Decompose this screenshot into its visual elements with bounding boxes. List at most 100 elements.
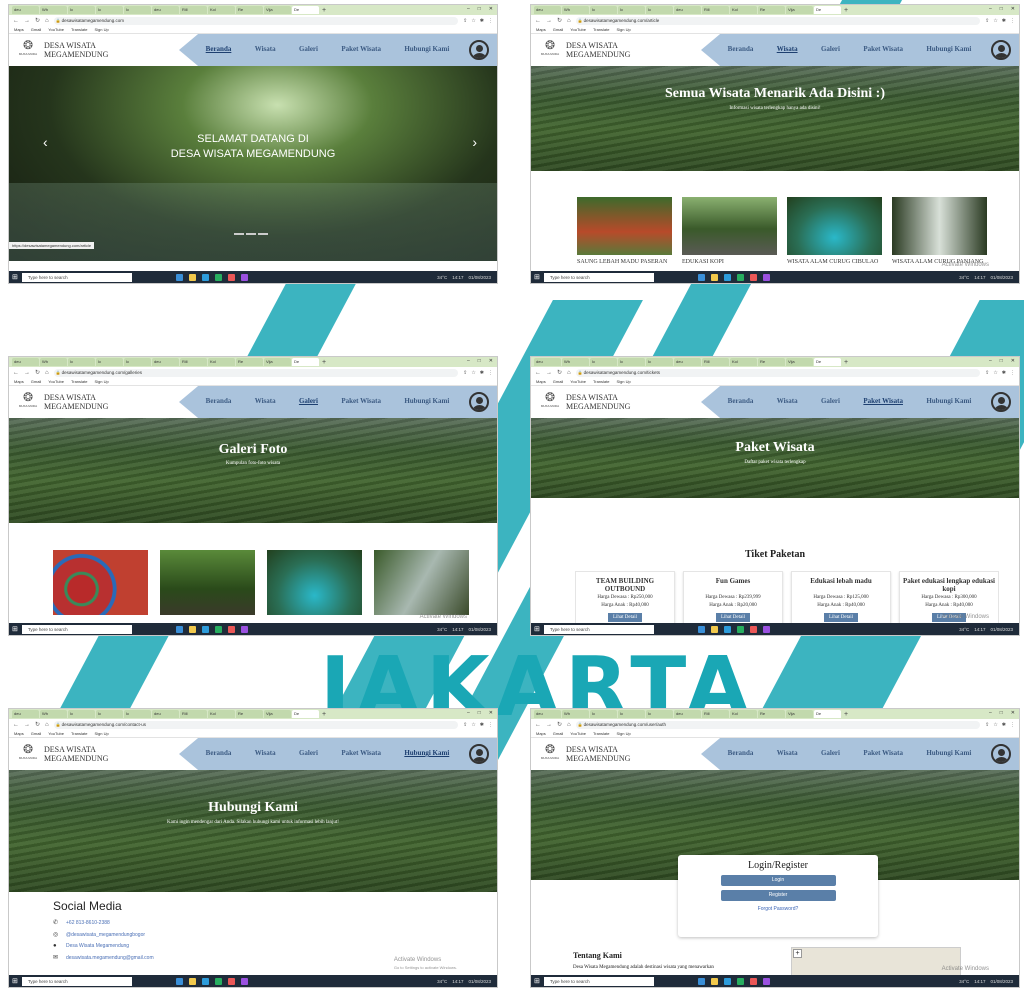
browser-tab[interactable]: Ic xyxy=(646,6,673,14)
browser-tab[interactable]: Wh xyxy=(562,358,589,366)
bookmark-gmail[interactable]: Gmail xyxy=(553,731,563,736)
nav-hubungi-kami[interactable]: Hubungi Kami xyxy=(404,397,449,405)
app-icon[interactable] xyxy=(736,273,744,281)
home-icon[interactable]: ⌂ xyxy=(45,370,49,376)
browser-tab[interactable]: Vija xyxy=(264,6,291,14)
site-logo[interactable]: ❂ MUKA MUDA xyxy=(17,743,39,765)
browser-tab[interactable]: Re xyxy=(236,710,263,718)
nav-paket-wisata[interactable]: Paket Wisata xyxy=(863,749,903,757)
nav-galeri[interactable]: Galeri xyxy=(821,397,840,405)
gallery-photo[interactable] xyxy=(160,550,255,615)
bookmark-translate[interactable]: Translate xyxy=(71,27,88,32)
bookmark-signup[interactable]: Sign Up xyxy=(94,731,108,736)
home-icon[interactable]: ⌂ xyxy=(567,370,571,376)
browser-tab[interactable]: Ic xyxy=(124,358,151,366)
nav-paket-wisata[interactable]: Paket Wisata xyxy=(341,45,381,53)
bookmark-youtube[interactable]: YouTube xyxy=(570,379,586,384)
bookmark-translate[interactable]: Translate xyxy=(593,731,610,736)
star-icon[interactable]: ☆ xyxy=(993,18,997,24)
browser-tab-active[interactable]: De xyxy=(292,710,319,718)
user-avatar-icon[interactable] xyxy=(469,744,489,764)
taskbar-search-input[interactable]: Type here to search xyxy=(21,624,132,634)
browser-tab[interactable]: deu xyxy=(12,358,39,366)
browser-tab[interactable]: Rill xyxy=(702,710,729,718)
browser-tab[interactable]: Kol xyxy=(730,6,757,14)
app-icon[interactable] xyxy=(710,625,718,633)
nav-galeri[interactable]: Galeri xyxy=(821,749,840,757)
bookmark-signup[interactable]: Sign Up xyxy=(616,379,630,384)
url-input[interactable]: desawisatamegamendung.com/user/auth xyxy=(575,720,981,729)
bookmark-signup[interactable]: Sign Up xyxy=(94,27,108,32)
app-icon[interactable] xyxy=(697,625,705,633)
browser-tab[interactable]: Ic xyxy=(646,358,673,366)
browser-tab[interactable]: Ic xyxy=(96,358,123,366)
minimize-icon[interactable]: – xyxy=(467,710,470,716)
carousel-next-icon[interactable]: › xyxy=(472,134,477,150)
reload-icon[interactable]: ↻ xyxy=(557,17,562,24)
nav-beranda[interactable]: Beranda xyxy=(728,749,754,757)
browser-tab[interactable]: deu xyxy=(152,6,179,14)
maximize-icon[interactable]: □ xyxy=(478,6,481,12)
url-input[interactable]: desawisatamegamendung.com/tickets xyxy=(575,368,981,377)
browser-tab[interactable]: deu xyxy=(152,358,179,366)
browser-tab[interactable]: Rill xyxy=(180,710,207,718)
nav-hubungi-kami[interactable]: Hubungi Kami xyxy=(926,45,971,53)
contact-phone[interactable]: ✆ +62 813-8610-2388 xyxy=(53,919,154,927)
app-icon[interactable] xyxy=(227,977,235,985)
map-embed[interactable] xyxy=(791,947,961,977)
browser-tab-active[interactable]: De xyxy=(814,710,841,718)
app-icon[interactable] xyxy=(749,625,757,633)
app-icon[interactable] xyxy=(762,977,770,985)
new-tab-button[interactable]: + xyxy=(320,359,328,366)
browser-tab[interactable]: Vija xyxy=(786,6,813,14)
register-button[interactable]: Register xyxy=(720,890,836,901)
browser-tab[interactable]: deu xyxy=(12,710,39,718)
bookmark-signup[interactable]: Sign Up xyxy=(616,27,630,32)
taskbar-search-input[interactable]: Type here to search xyxy=(543,624,654,634)
bookmark-gmail[interactable]: Gmail xyxy=(31,731,41,736)
bookmark-translate[interactable]: Translate xyxy=(593,379,610,384)
app-icon[interactable] xyxy=(175,273,183,281)
browser-tab[interactable]: Wh xyxy=(40,358,67,366)
app-icon[interactable] xyxy=(214,273,222,281)
close-icon[interactable]: ✕ xyxy=(489,710,493,716)
bookmark-maps[interactable]: Maps xyxy=(536,27,546,32)
browser-tab[interactable]: Ic xyxy=(96,710,123,718)
browser-tab-active[interactable]: De xyxy=(814,6,841,14)
browser-tab[interactable]: Wh xyxy=(562,710,589,718)
site-logo[interactable]: ❂ MUKA MUDA xyxy=(17,39,39,61)
site-logo[interactable]: ❂ MUKA MUDA xyxy=(539,743,561,765)
nav-beranda[interactable]: Beranda xyxy=(206,749,232,757)
browser-tab[interactable]: Ic xyxy=(590,710,617,718)
browser-tab[interactable]: Ic xyxy=(646,710,673,718)
bookmark-youtube[interactable]: YouTube xyxy=(570,27,586,32)
menu-icon[interactable]: ⋮ xyxy=(488,722,493,728)
share-icon[interactable]: ⇪ xyxy=(985,370,989,376)
browser-tab[interactable]: Ic xyxy=(618,358,645,366)
browser-tab[interactable]: Ic xyxy=(124,710,151,718)
carousel-dot[interactable] xyxy=(258,233,268,235)
share-icon[interactable]: ⇪ xyxy=(463,722,467,728)
browser-tab[interactable]: deu xyxy=(534,710,561,718)
star-icon[interactable]: ☆ xyxy=(993,722,997,728)
browser-tab[interactable]: Re xyxy=(758,358,785,366)
reload-icon[interactable]: ↻ xyxy=(557,721,562,728)
user-avatar-icon[interactable] xyxy=(991,392,1011,412)
back-icon[interactable]: ← xyxy=(13,18,19,24)
bookmark-youtube[interactable]: YouTube xyxy=(570,731,586,736)
nav-galeri[interactable]: Galeri xyxy=(299,397,318,405)
contact-facebook[interactable]: ● Desa Wisata Megamendung xyxy=(53,943,154,949)
app-icon[interactable] xyxy=(227,625,235,633)
forward-icon[interactable]: → xyxy=(546,722,552,728)
puzzle-icon[interactable]: ✱ xyxy=(1002,18,1006,24)
nav-hubungi-kami[interactable]: Hubungi Kami xyxy=(926,397,971,405)
back-icon[interactable]: ← xyxy=(13,370,19,376)
map-zoom-in-icon[interactable]: + xyxy=(793,949,802,958)
maximize-icon[interactable]: □ xyxy=(1000,710,1003,716)
minimize-icon[interactable]: – xyxy=(989,710,992,716)
bookmark-maps[interactable]: Maps xyxy=(14,731,24,736)
app-icon[interactable] xyxy=(227,273,235,281)
minimize-icon[interactable]: – xyxy=(989,358,992,364)
nav-beranda[interactable]: Beranda xyxy=(728,45,754,53)
browser-tab-active[interactable]: De xyxy=(292,6,319,14)
